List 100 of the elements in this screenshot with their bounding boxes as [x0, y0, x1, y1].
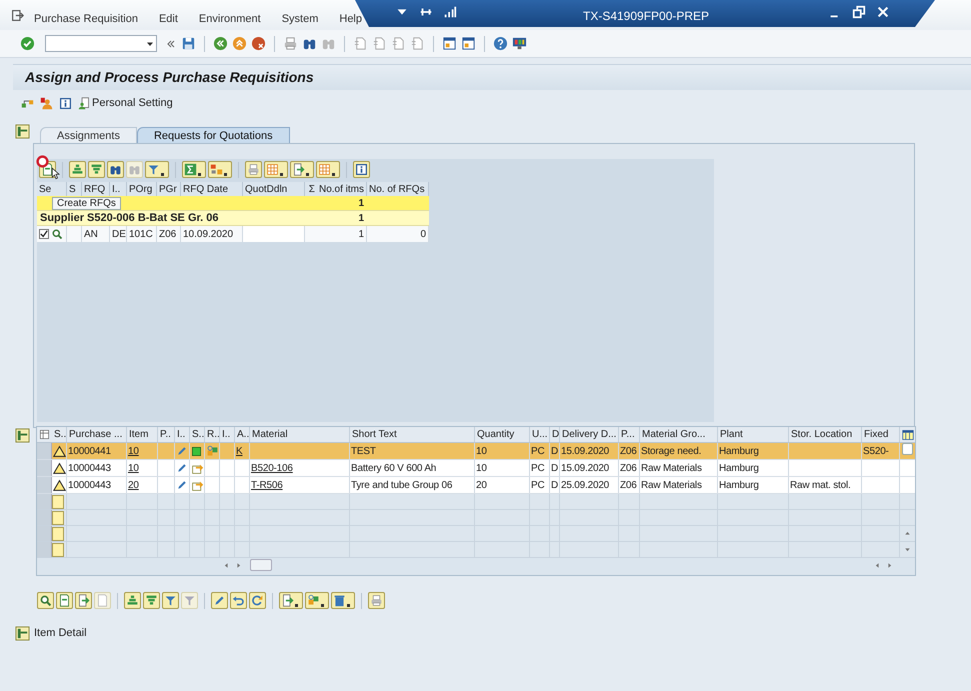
pencil-icon[interactable] — [176, 445, 188, 457]
column-header[interactable]: P... — [621, 427, 635, 442]
column-header[interactable]: Delivery D... — [562, 427, 616, 442]
item-link[interactable]: 20 — [128, 478, 139, 492]
table-row[interactable]: 10000443 20 T-R506 Tyre and tube Group 06 20 PC D 25.09.2020 Z06 Raw Materials Hamburg Raw mat. stol. — [37, 477, 915, 494]
page-icon[interactable] — [391, 36, 406, 51]
pencil-icon[interactable] — [176, 462, 188, 474]
save-icon[interactable] — [181, 36, 196, 51]
command-field[interactable] — [45, 35, 157, 52]
scroll-thumb[interactable] — [902, 443, 913, 455]
filter-button[interactable] — [145, 161, 169, 178]
layout-button[interactable] — [208, 161, 232, 178]
column-header[interactable]: Stor. Location — [791, 427, 852, 442]
undo-button[interactable] — [230, 592, 247, 609]
column-header[interactable]: I.. — [222, 427, 230, 442]
export-button[interactable] — [290, 161, 314, 178]
door-arrow-icon[interactable] — [11, 8, 24, 22]
column-header[interactable]: S — [69, 182, 76, 196]
table-row[interactable]: AN DE 101C Z06 10.09.2020 1 0 — [37, 226, 429, 242]
check-icon[interactable] — [20, 36, 35, 51]
pencil-icon[interactable] — [176, 479, 188, 491]
column-settings-icon[interactable] — [902, 428, 914, 440]
material-link[interactable]: B520-106 — [251, 460, 293, 476]
table-row[interactable]: 10000441 10 K TEST 10 PC D 15.09.2020 Z06 Storage need. Hamburg S520- — [37, 443, 915, 460]
arrow-document-icon[interactable] — [191, 462, 204, 474]
column-header[interactable]: Short Text — [352, 427, 397, 442]
panel-toggle-icon[interactable] — [15, 124, 30, 139]
grid-button[interactable] — [316, 161, 340, 178]
magnifier-icon[interactable] — [51, 228, 63, 240]
menu-item[interactable]: Edit — [158, 10, 178, 28]
personal-setting-button[interactable]: Personal Setting — [78, 94, 173, 112]
column-header[interactable]: No.of itms — [318, 182, 364, 196]
column-header[interactable]: QuotDdln — [245, 182, 288, 196]
checkbox[interactable] — [39, 229, 49, 239]
tab[interactable]: Assignments — [40, 127, 137, 144]
restore-icon[interactable] — [852, 5, 866, 19]
pencil-button[interactable] — [211, 592, 228, 609]
window-icon[interactable] — [461, 36, 476, 51]
arrow-document-icon[interactable] — [191, 478, 204, 492]
sort-ascending-button[interactable] — [124, 592, 141, 609]
material-link[interactable]: T-R506 — [251, 478, 283, 492]
date-field[interactable] — [243, 226, 305, 242]
sort-descending-button[interactable] — [88, 161, 105, 178]
column-header[interactable]: R.. — [207, 427, 219, 442]
column-header[interactable]: S.. — [192, 427, 204, 442]
menu-item[interactable]: Environment — [198, 10, 261, 28]
sort-ascending-button[interactable] — [69, 161, 86, 178]
column-header[interactable]: Material Gro... — [642, 427, 706, 442]
column-header[interactable]: Fixed — [864, 427, 888, 442]
menu-item[interactable]: Help — [339, 10, 362, 28]
column-header[interactable]: RFQ — [84, 182, 106, 196]
tab[interactable]: Requests for Quotations — [136, 127, 290, 144]
window-icon[interactable] — [442, 36, 457, 51]
column-header[interactable]: POrg — [129, 182, 152, 196]
close-icon[interactable] — [876, 5, 890, 19]
monitor-icon[interactable] — [512, 36, 527, 51]
magnifier-button[interactable] — [37, 592, 54, 609]
export-button[interactable] — [279, 592, 303, 609]
column-header[interactable]: No. of RFQs — [369, 182, 425, 196]
column-header[interactable]: Purchase ... — [69, 427, 122, 442]
column-header[interactable]: U... — [532, 427, 548, 442]
sort-descending-button[interactable] — [143, 592, 160, 609]
cubes-icon[interactable] — [206, 444, 219, 458]
cancel-icon[interactable] — [251, 36, 266, 51]
panel-toggle-icon[interactable] — [15, 626, 30, 641]
item-link[interactable]: 10 — [128, 460, 139, 476]
column-header[interactable]: S.. — [54, 427, 66, 442]
signal-icon[interactable] — [443, 5, 457, 19]
page-icon[interactable] — [353, 36, 368, 51]
column-header[interactable]: I.. — [112, 182, 120, 196]
item-link[interactable]: 10 — [128, 444, 139, 458]
page-icon[interactable] — [372, 36, 387, 51]
column-header[interactable]: Quantity — [477, 427, 514, 442]
back-icon[interactable] — [213, 36, 228, 51]
menu-item[interactable]: Purchase Requisition — [34, 10, 138, 28]
column-header[interactable]: PGr — [159, 182, 177, 196]
column-header[interactable]: D — [552, 427, 559, 442]
column-header[interactable]: Material — [252, 427, 288, 442]
layout-icon[interactable] — [39, 429, 50, 440]
column-header[interactable]: I.. — [177, 427, 186, 442]
column-header[interactable]: RFQ Date — [183, 182, 228, 196]
item-detail-label[interactable]: Item Detail — [34, 625, 87, 642]
printer-button[interactable] — [368, 592, 385, 609]
column-header[interactable]: Item — [129, 427, 148, 442]
column-header[interactable]: A.. — [237, 427, 249, 442]
info-icon[interactable] — [59, 96, 72, 110]
printer-icon[interactable] — [283, 36, 298, 51]
column-header[interactable]: Se — [39, 182, 52, 196]
scroll-thumb[interactable] — [250, 559, 272, 571]
grid-button[interactable] — [264, 161, 288, 178]
person-alert-icon[interactable] — [40, 96, 53, 110]
binoculars-button[interactable] — [107, 161, 124, 178]
info-button[interactable] — [353, 161, 370, 178]
sum-button[interactable] — [182, 161, 206, 178]
double-chevron-icon[interactable] — [165, 38, 177, 50]
column-header[interactable]: Plant — [720, 427, 743, 442]
exit-icon[interactable] — [232, 36, 247, 51]
panel-toggle-icon[interactable] — [15, 428, 30, 443]
printer-button[interactable] — [245, 161, 262, 178]
page-icon[interactable] — [410, 36, 425, 51]
